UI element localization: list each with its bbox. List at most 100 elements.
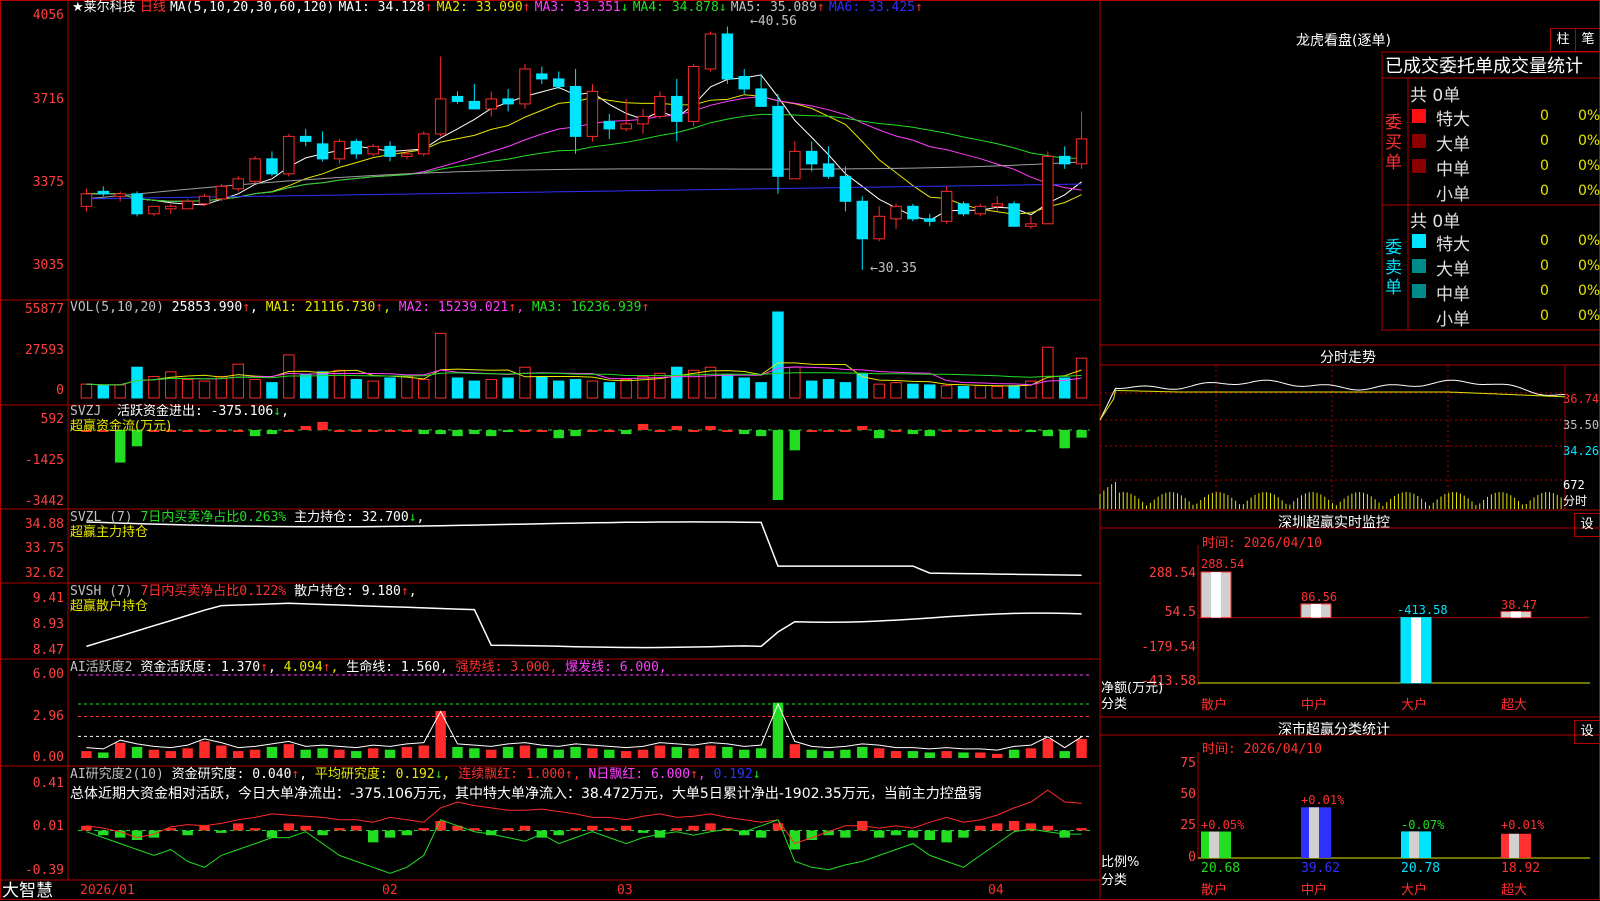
- monitor-ytick-3: -179.54: [1141, 640, 1196, 655]
- sell-row-pct: 0%: [1578, 233, 1600, 249]
- volume-bar: [789, 366, 801, 399]
- volume-bar: [1042, 346, 1054, 399]
- volume-bar: [991, 385, 1003, 399]
- life-label: 生命线:: [346, 660, 394, 675]
- svzj-ytick-3: -3442: [24, 494, 64, 509]
- candlestick: [384, 145, 396, 157]
- ma3-label: MA3:: [534, 0, 566, 15]
- stock-name[interactable]: 莱尔科技: [84, 0, 136, 15]
- svzj-bar: [452, 430, 463, 437]
- research-bar: [283, 823, 295, 831]
- candlestick: [333, 140, 346, 160]
- volume-bar: [502, 377, 514, 399]
- svzj-bar: [536, 430, 548, 433]
- svzj-bar: [233, 430, 244, 433]
- classify-delta-label: +0.01%: [1501, 818, 1545, 832]
- active-bar: [941, 751, 952, 758]
- classify-category-label: 超大: [1501, 883, 1528, 898]
- ma2-label: MA2:: [436, 0, 468, 15]
- research-bar: [840, 830, 851, 838]
- monitor-settings-button[interactable]: 设: [1574, 513, 1600, 537]
- volume-bar: [1008, 385, 1020, 399]
- active-bar: [199, 741, 210, 758]
- candlestick: [114, 193, 126, 197]
- monitor-value-label: 288.54: [1201, 557, 1245, 571]
- svzj-bar: [401, 430, 413, 433]
- classify-category-label: 散户: [1201, 883, 1228, 898]
- svzj-bar: [587, 430, 598, 433]
- candlestick: [316, 143, 329, 160]
- avg-value: 0.192: [395, 767, 435, 782]
- ma1-value: 34.128: [377, 0, 425, 15]
- volume-bar: [232, 363, 244, 399]
- research-bar: [688, 825, 699, 831]
- candlestick: [418, 133, 430, 155]
- chart-canvas[interactable]: [0, 0, 1600, 900]
- active-bar: [148, 749, 160, 758]
- candlestick: [468, 100, 481, 110]
- candlestick: [552, 78, 565, 87]
- active-bar: [806, 749, 817, 758]
- tab-bar-button[interactable]: 柱: [1550, 28, 1576, 52]
- volume-bar: [536, 375, 548, 399]
- candlestick: [451, 95, 464, 102]
- strong-value: 3.000: [510, 660, 550, 675]
- svsh-subvalue: 0.122%: [239, 584, 287, 599]
- volume-bar: [671, 366, 683, 399]
- buy-color-swatch: [1412, 134, 1426, 148]
- vol-ma2-label: MA2:: [398, 300, 431, 315]
- research-bar: [992, 823, 1003, 831]
- volume-bar: [401, 375, 413, 399]
- svzj-bar: [351, 430, 362, 433]
- volume-bar: [721, 374, 734, 399]
- brand-logo: 大智慧: [2, 881, 53, 901]
- candlestick: [755, 88, 767, 107]
- active-value: 1.370: [220, 660, 261, 675]
- svsh-label: SVSH (7): [70, 584, 133, 599]
- xaxis-label-mar: 03: [617, 883, 633, 898]
- classify-value-label: 20.68: [1201, 861, 1241, 876]
- research-bar: [924, 830, 935, 840]
- svzj-bar: [334, 430, 345, 433]
- volume-bar: [772, 311, 784, 399]
- research-bar: [351, 825, 362, 831]
- ma6-arrow: ↑: [914, 0, 923, 15]
- monitor-ytick-1: 288.54: [1149, 566, 1196, 581]
- svzj-bar: [941, 430, 952, 433]
- candlestick: [654, 95, 666, 117]
- svzl-header: SVZL (7) 7日内买卖净占比0.263% 主力持仓: 32.700↓,: [70, 510, 425, 525]
- ma2-value: 33.090: [475, 0, 523, 15]
- research-bar: [873, 830, 885, 838]
- candlestick: [434, 98, 447, 135]
- sell-color-swatch: [1412, 284, 1426, 298]
- buy-row-pct: 0%: [1578, 158, 1600, 174]
- volume-bar: [940, 385, 953, 399]
- svzj-bar: [992, 430, 1003, 433]
- svzj-bar: [857, 425, 868, 431]
- sell-color-swatch: [1412, 259, 1426, 273]
- volume-bar: [552, 380, 565, 399]
- research-bar: [435, 821, 446, 831]
- tab-trade-button[interactable]: 笔: [1575, 28, 1600, 52]
- volume-bar: [805, 380, 818, 399]
- ma5-arrow: ↑: [816, 0, 825, 15]
- volume-bar: [434, 332, 447, 399]
- svzj-bar: [570, 430, 581, 437]
- active-bar: [233, 751, 244, 758]
- high-price-marker: ←40.56: [750, 14, 797, 29]
- xaxis-label-apr: 04: [988, 883, 1004, 898]
- period-label[interactable]: 日线: [140, 0, 166, 15]
- buy-side-label: 委买单: [1385, 113, 1402, 173]
- ma5-label: MA5:: [730, 0, 763, 15]
- active-bar: [840, 749, 851, 758]
- sell-total: 共 0单: [1410, 212, 1461, 232]
- svzj-bar: [216, 430, 227, 433]
- svsh-value: 9.180: [361, 584, 401, 599]
- svzj-bar: [755, 430, 767, 437]
- classify-settings-button[interactable]: 设: [1574, 720, 1600, 744]
- research-bar: [384, 830, 396, 838]
- sell-row-label: 小单: [1436, 310, 1470, 330]
- intraday-vol-unit: 分时: [1563, 494, 1588, 508]
- svzj-bar: [975, 430, 986, 433]
- svzl-label: SVZL (7): [70, 510, 133, 525]
